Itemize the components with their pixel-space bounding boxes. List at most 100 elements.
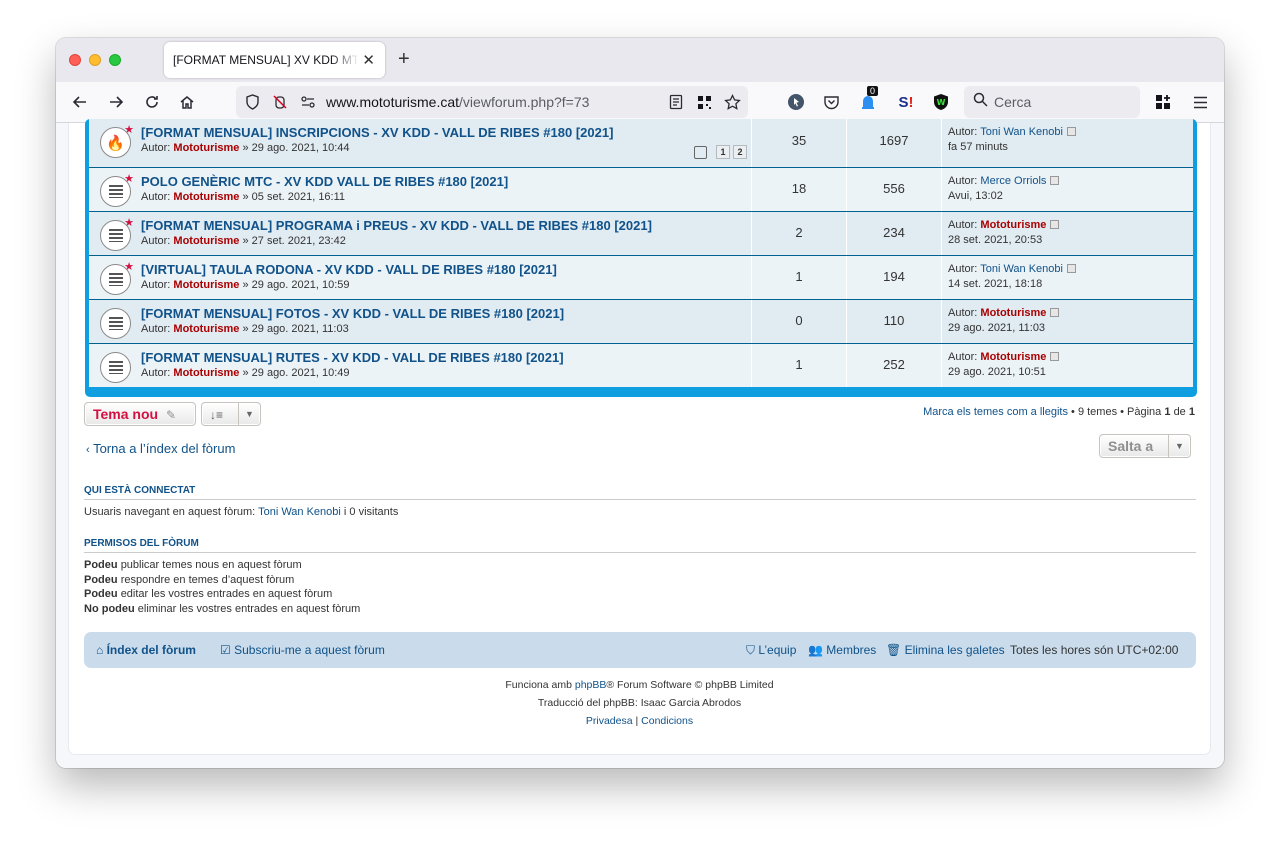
team-label: L’equip [758, 643, 797, 657]
url-text[interactable]: www.mototurisme.cat/viewforum.php?f=73 [326, 94, 589, 110]
go-to-last-post-icon[interactable] [1050, 352, 1060, 361]
go-to-last-post-icon[interactable] [1066, 127, 1076, 136]
back-icon[interactable] [68, 90, 92, 114]
team-link[interactable]: ⛉ L’equip [746, 643, 796, 658]
go-to-last-post-icon[interactable] [1050, 308, 1060, 317]
search-bar[interactable]: Cerca [964, 86, 1140, 118]
topic-title-link[interactable]: [FORMAT MENSUAL] INSCRIPCIONS - XV KDD -… [141, 125, 613, 140]
tracking-permissions-icon[interactable] [268, 90, 292, 114]
topic-author-link[interactable]: Mototurisme [173, 279, 239, 291]
pocket-icon[interactable] [819, 90, 843, 114]
last-author-link[interactable]: Mototurisme [980, 351, 1046, 363]
hot-topic-icon: 🔥 ★ [100, 124, 134, 158]
new-tab-icon[interactable]: + [398, 48, 410, 71]
unread-star-icon: ★ [124, 173, 134, 185]
topic-date: » 29 ago. 2021, 10:44 [242, 142, 350, 154]
phpbb-link[interactable]: phpBB [575, 679, 607, 691]
topic-author-link[interactable]: Mototurisme [173, 142, 239, 154]
topic-author-link[interactable]: Mototurisme [173, 367, 239, 379]
extensions-icon[interactable] [1151, 90, 1175, 114]
qr-code-icon[interactable] [692, 90, 716, 114]
forward-icon[interactable] [104, 90, 128, 114]
last-author-prefix: Autor: [948, 263, 978, 275]
online-user-link[interactable]: Toni Wan Kenobi [258, 506, 341, 518]
topic-cell: 🔥 ★ [FORMAT MENSUAL] INSCRIPCIONS - XV KDD… [89, 119, 752, 167]
back-to-index-link[interactable]: ‹ Torna a l’índex del fòrum [86, 441, 235, 456]
last-post-date: 28 set. 2021, 20:53 [948, 234, 1043, 246]
shield-icon[interactable] [240, 90, 264, 114]
last-post: Autor: Mototurisme 29 ago. 2021, 10:51 [942, 344, 1193, 387]
reader-view-icon[interactable] [664, 90, 688, 114]
bookmark-star-icon[interactable] [720, 90, 744, 114]
shield-icon: ⛉ [746, 643, 756, 657]
jump-to-button[interactable]: Salta a ▼ [1099, 434, 1191, 458]
members-label: Membres [826, 643, 877, 657]
topic-icon: ★ [100, 173, 134, 207]
go-to-last-post-icon[interactable] [1050, 220, 1060, 229]
minimize-window-button[interactable] [89, 54, 101, 66]
shield-extension-icon[interactable]: W [929, 90, 953, 114]
last-author-link[interactable]: Toni Wan Kenobi [980, 126, 1063, 138]
permission-text: eliminar les vostres entrades en aquest … [137, 602, 361, 615]
page-link[interactable]: 1 [716, 145, 730, 159]
topic-author-link[interactable]: Mototurisme [173, 323, 239, 335]
page-link[interactable]: 2 [733, 145, 747, 159]
topic-author-link[interactable]: Mototurisme [173, 235, 239, 247]
author-prefix: Autor: [141, 235, 171, 247]
url-host: www.mototurisme.cat [326, 94, 460, 110]
translation-credit[interactable]: Traducció del phpBB: Isaac Garcia Abrodo… [69, 697, 1210, 709]
topic-title-link[interactable]: [FORMAT MENSUAL] PROGRAMA i PREUS - XV K… [141, 218, 652, 233]
last-author-link[interactable]: Mototurisme [980, 307, 1046, 319]
topic-cell: ★ POLO GENÈRIC MTC - XV KDD VALL DE RIBES… [89, 168, 752, 211]
topic-title-link[interactable]: POLO GENÈRIC MTC - XV KDD VALL DE RIBES … [141, 174, 508, 189]
delete-cookies-link[interactable]: 🗑 Elimina les galetes [886, 643, 1005, 657]
subscribe-link[interactable]: ☑ Subscriu-me a aquest fòrum [220, 643, 385, 657]
sort-options-button[interactable]: ↓≡ ▼ [201, 402, 261, 426]
topic-title-link[interactable]: [FORMAT MENSUAL] FOTOS - XV KDD - VALL D… [141, 306, 564, 321]
permission-text: publicar temes nous en aquest fòrum [120, 559, 302, 571]
topic-row: [FORMAT MENSUAL] FOTOS - XV KDD - VALL D… [89, 299, 1193, 343]
close-tab-icon[interactable]: ✕ [362, 51, 375, 69]
menu-icon[interactable] [1188, 90, 1212, 114]
mark-read-link[interactable]: Marca els temes com a llegits [923, 406, 1068, 418]
reload-icon[interactable] [140, 90, 164, 114]
topic-row: ★ POLO GENÈRIC MTC - XV KDD VALL DE RIBES… [89, 167, 1193, 211]
last-author-link[interactable]: Mototurisme [980, 219, 1046, 231]
terms-link[interactable]: Condicions [641, 715, 693, 727]
copyright-text: ® Forum Software © phpBB Limited [606, 679, 774, 691]
topic-meta: Autor: Mototurisme » 29 ago. 2021, 10:44 [141, 142, 350, 154]
pagination-info: Marca els temes com a llegits • 9 temes … [923, 406, 1195, 418]
topic-row: ★ [VIRTUAL] TAULA RODONA - XV KDD - VALL … [89, 255, 1193, 299]
s-extension-icon[interactable]: S! [894, 90, 918, 114]
permission-line: Podeu editar les vostres entrades en aqu… [84, 587, 360, 602]
permissions-list: Podeu publicar temes nous en aquest fòru… [84, 558, 360, 616]
last-author-link[interactable]: Toni Wan Kenobi [980, 263, 1063, 275]
go-to-last-post-icon[interactable] [1066, 264, 1076, 273]
topic-meta: Autor: Mototurisme » 29 ago. 2021, 11:03 [141, 323, 349, 335]
privacy-link[interactable]: Privadesa [586, 715, 633, 727]
topic-author-link[interactable]: Mototurisme [173, 191, 239, 203]
browser-tab[interactable]: [FORMAT MENSUAL] XV KDD MTC | Moto ✕ [164, 42, 385, 78]
forum-index-link[interactable]: ⌂ Índex del fòrum [96, 643, 196, 657]
home-icon[interactable] [175, 90, 199, 114]
navigation-toolbar: www.mototurisme.cat/viewforum.php?f=73 0… [56, 82, 1224, 123]
members-link[interactable]: 👥 Membres [808, 643, 876, 657]
online-suffix: i 0 visitants [343, 506, 399, 518]
url-bar[interactable]: www.mototurisme.cat/viewforum.php?f=73 [236, 86, 748, 118]
new-topic-button[interactable]: Tema nou ✎ [84, 402, 196, 426]
topic-title-link[interactable]: [FORMAT MENSUAL] RUTES - XV KDD - VALL D… [141, 350, 564, 365]
last-author-link[interactable]: Merce Orriols [980, 175, 1046, 187]
last-post-date: 29 ago. 2021, 11:03 [948, 322, 1046, 334]
go-to-last-post-icon[interactable] [1050, 176, 1060, 185]
zoom-window-button[interactable] [109, 54, 121, 66]
topic-title-link[interactable]: [VIRTUAL] TAULA RODONA - XV KDD - VALL D… [141, 262, 557, 277]
views-count: 252 [847, 344, 942, 387]
author-prefix: Autor: [141, 279, 171, 291]
site-settings-icon[interactable] [296, 90, 320, 114]
close-window-button[interactable] [69, 54, 81, 66]
extension-cursor-icon[interactable] [784, 90, 808, 114]
topic-meta: Autor: Mototurisme » 29 ago. 2021, 10:59 [141, 279, 350, 291]
online-prefix: Usuaris navegant en aquest fòrum: [84, 506, 256, 518]
notification-extension-icon[interactable]: 0 [856, 86, 880, 114]
topic-row: [FORMAT MENSUAL] RUTES - XV KDD - VALL D… [89, 343, 1193, 387]
